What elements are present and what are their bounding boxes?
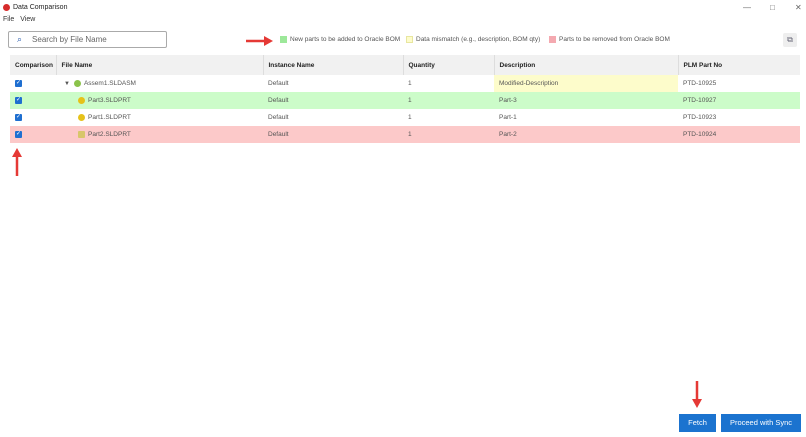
copy-icon[interactable]: ⧉ [783, 33, 797, 47]
header-instance-name[interactable]: Instance Name [263, 55, 404, 75]
table-row[interactable]: ✓ Part1.SLDPRT Default 1 Part-1 PTD-1092… [10, 109, 800, 126]
legend-mismatch: Data mismatch (e.g., description, BOM qt… [406, 36, 540, 43]
fetch-button[interactable]: Fetch [679, 414, 716, 432]
header-file-name[interactable]: File Name [56, 55, 264, 75]
arrow-annotation-icon [246, 36, 273, 46]
menu-file[interactable]: File [3, 16, 14, 23]
table-row[interactable]: ✓ Part2.SLDPRT Default 1 Part-2 PTD-1092… [10, 126, 800, 143]
row-checkbox[interactable]: ✓ [15, 97, 22, 104]
window-title: Data Comparison [13, 4, 68, 11]
close-button[interactable]: ✕ [795, 3, 802, 12]
minimize-button[interactable]: — [743, 3, 751, 12]
part-icon [78, 96, 85, 104]
row-checkbox[interactable]: ✓ [15, 131, 22, 138]
table-row[interactable]: ✓ ▼ Assem1.SLDASM Default 1 Modified-Desc… [10, 75, 800, 92]
expand-toggle-icon[interactable]: ▼ [64, 81, 70, 87]
row-checkbox[interactable]: ✓ [15, 80, 22, 87]
maximize-button[interactable]: □ [770, 3, 775, 12]
header-quantity[interactable]: Quantity [403, 55, 495, 75]
part-icon [78, 113, 85, 121]
table-row[interactable]: ✓ Part3.SLDPRT Default 1 Part-3 PTD-1092… [10, 92, 800, 109]
part-drawing-icon [78, 130, 85, 138]
arrow-annotation-icon [12, 148, 22, 176]
header-plm-part-no[interactable]: PLM Part No [678, 55, 800, 75]
proceed-with-sync-button[interactable]: Proceed with Sync [721, 414, 801, 432]
app-icon [3, 4, 10, 11]
header-description[interactable]: Description [494, 55, 679, 75]
menu-view[interactable]: View [20, 16, 35, 23]
comparison-table: Comparison File Name Instance Name Quant… [10, 55, 800, 143]
legend-new-parts: New parts to be added to Oracle BOM [280, 36, 400, 43]
row-checkbox[interactable]: ✓ [15, 114, 22, 121]
assembly-icon [73, 79, 81, 87]
menu-bar: File View [3, 16, 35, 23]
header-comparison[interactable]: Comparison [10, 55, 57, 75]
table-header: Comparison File Name Instance Name Quant… [10, 55, 800, 75]
arrow-annotation-icon [692, 381, 702, 408]
search-input[interactable]: ⌕ Search by File Name [8, 31, 167, 48]
legend-removed: Parts to be removed from Oracle BOM [549, 36, 670, 43]
search-icon: ⌕ [17, 34, 23, 44]
